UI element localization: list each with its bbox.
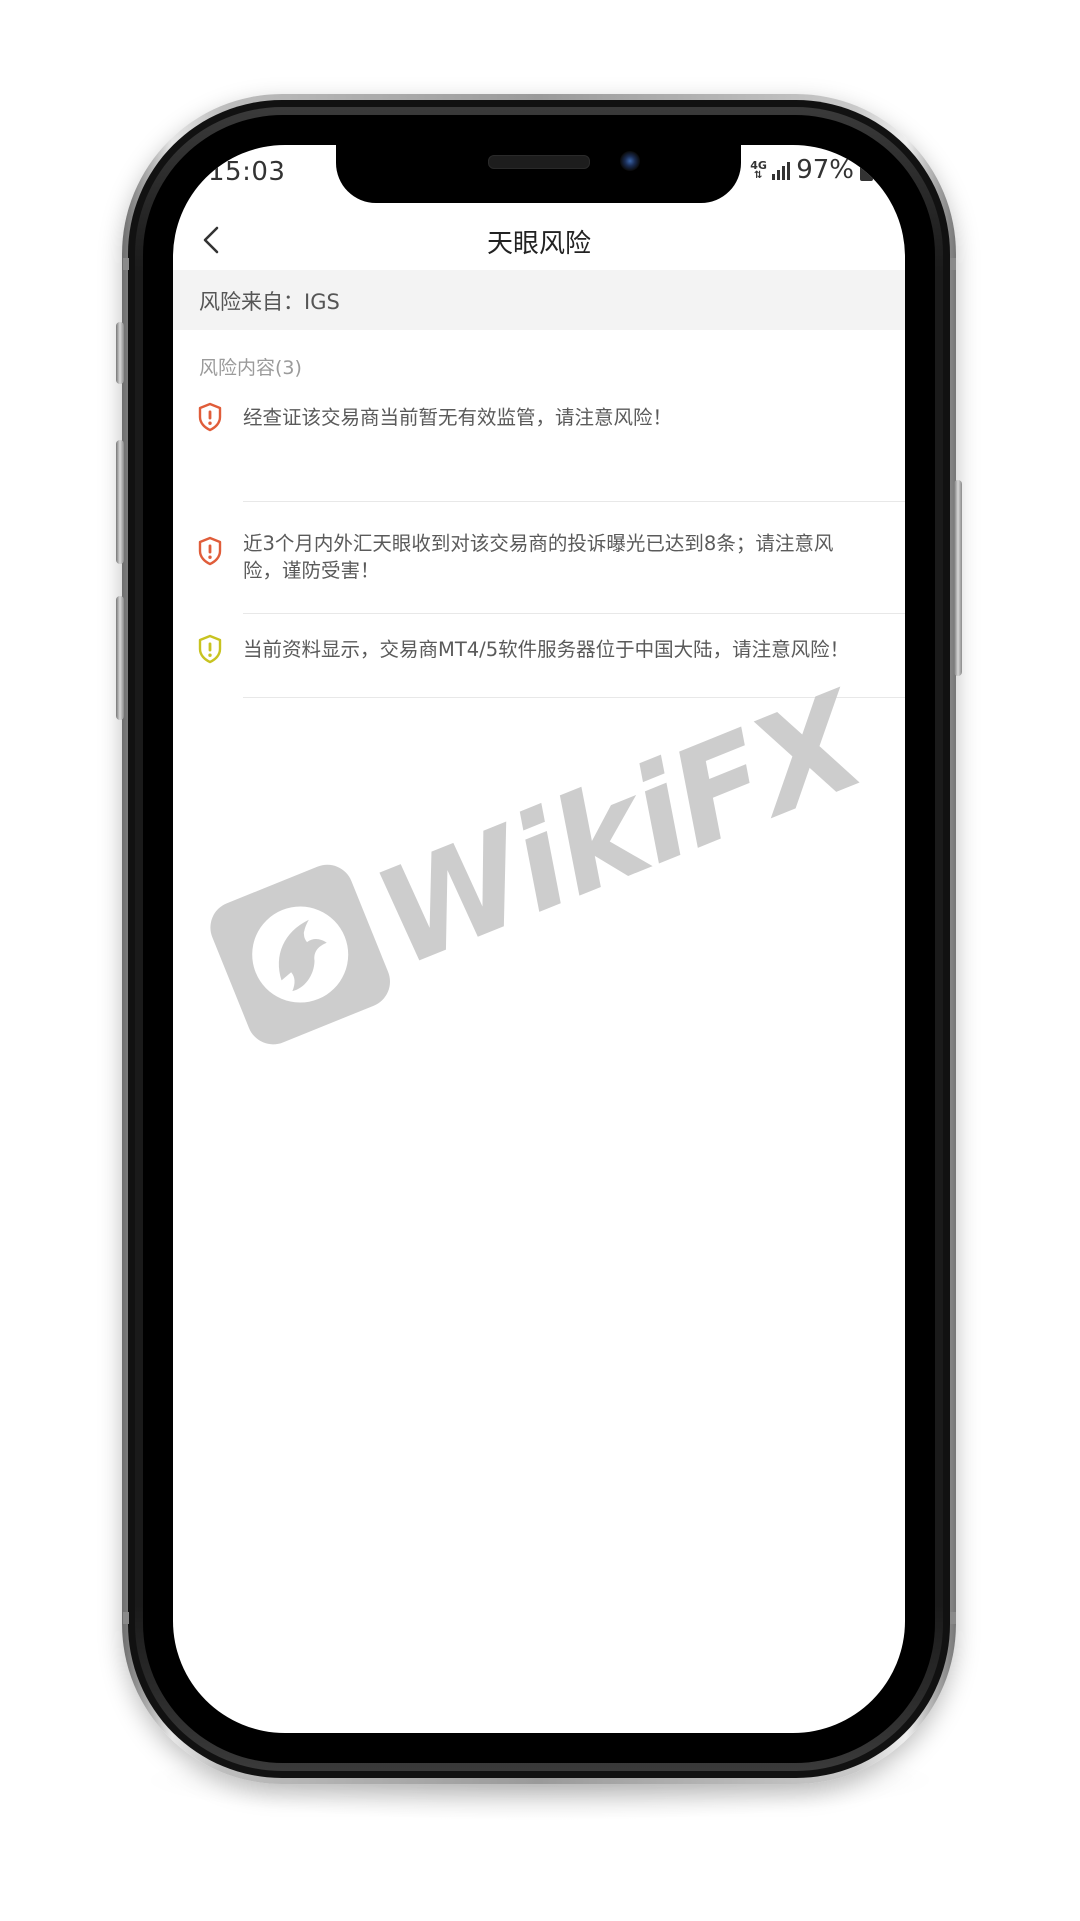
volume-up-button: [116, 440, 124, 564]
risk-item-text: 经查证该交易商当前暂无有效监管，请注意风险！: [243, 406, 673, 429]
volume-down-button: [116, 596, 124, 720]
shield-alert-icon: [198, 634, 222, 664]
risk-section-header: 风险内容(3): [199, 357, 302, 379]
page-title: 天眼风险: [486, 229, 591, 259]
shield-alert-icon: [198, 536, 222, 566]
risk-item: 近3个月内外汇天眼收到对该交易商的投诉曝光已达到8条；请注意风险，谨防受害！: [173, 502, 905, 614]
antenna-band: [123, 1612, 129, 1624]
antenna-band: [123, 258, 129, 270]
risk-item: 经查证该交易商当前暂无有效监管，请注意风险！: [173, 400, 905, 502]
speaker-grille: [488, 155, 590, 169]
risk-source-text: 风险来自：IGS: [199, 290, 340, 314]
data-arrows-icon: ⇅: [754, 169, 763, 181]
battery-icon: [860, 156, 873, 181]
network-type: 4G ⇅: [750, 158, 767, 181]
risk-item-text: 近3个月内外汇天眼收到对该交易商的投诉曝光已达到8条；请注意风险，谨防受害！: [243, 532, 834, 582]
antenna-band: [950, 1612, 956, 1624]
front-camera: [620, 151, 640, 171]
shield-alert-icon: [198, 402, 222, 432]
antenna-band: [950, 258, 956, 270]
stage: 15:03 4G ⇅ 97% 天眼风险 风险来自：IGS 风险内容(3) 经查证…: [0, 0, 1080, 1921]
notch: [336, 145, 741, 203]
battery-percent: 97%: [796, 155, 854, 185]
mute-switch: [116, 322, 124, 384]
risk-item-text: 当前资料显示，交易商MT4/5软件服务器位于中国大陆，请注意风险！: [243, 638, 850, 661]
status-indicators: 4G ⇅ 97%: [750, 155, 873, 185]
nav-bar: 天眼风险: [173, 205, 905, 275]
risk-source-banner: 风险来自：IGS: [173, 270, 905, 330]
signal-icon: [772, 160, 791, 180]
power-button: [954, 480, 962, 676]
status-time: 15:03: [208, 157, 286, 187]
